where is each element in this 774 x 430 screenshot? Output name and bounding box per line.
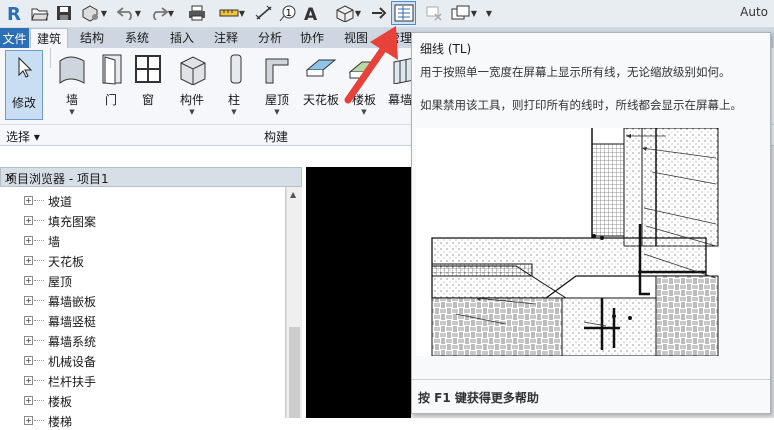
undo-icon[interactable]: ▼ — [115, 3, 143, 23]
annotation-arrow-icon — [344, 26, 398, 104]
scroll-thumb[interactable] — [289, 327, 300, 418]
close-icon[interactable]: × — [5, 170, 295, 184]
roof-icon — [261, 52, 293, 86]
roof-tool[interactable]: 屋顶 ▼ — [258, 52, 296, 116]
component-tool[interactable]: 构件 ▼ — [172, 52, 212, 116]
expand-icon[interactable]: + — [24, 416, 33, 425]
tab-systems[interactable]: 系统 — [125, 28, 149, 48]
expand-icon[interactable]: + — [24, 396, 33, 405]
tree-item[interactable]: + 楼梯 — [0, 410, 286, 430]
sync-icon[interactable]: ▼ — [79, 3, 109, 23]
expand-icon[interactable]: + — [24, 216, 33, 225]
tab-architecture[interactable]: 建筑 — [30, 28, 69, 48]
ceiling-tool[interactable]: 天花板 — [300, 52, 342, 108]
window-icon — [132, 52, 164, 86]
tooltip-divider — [412, 379, 770, 380]
expand-icon[interactable]: + — [24, 356, 33, 365]
open-icon[interactable] — [30, 3, 50, 23]
svg-text:A: A — [304, 5, 318, 22]
chevron-down-icon[interactable]: ▼ — [135, 9, 141, 18]
tooltip-title: 细线 (TL) — [420, 42, 472, 56]
tag-icon[interactable]: 1 — [278, 3, 298, 23]
tooltip-note: 如果禁用该工具，则打印所有的线时，所线都会显示在屏幕上。 — [420, 98, 742, 112]
project-browser-header: 项目浏览器 - 项目1 × — [0, 167, 302, 187]
tree-item[interactable]: + 机械设备 — [0, 350, 286, 370]
wall-tool[interactable]: 墙 ▼ — [54, 52, 90, 116]
column-icon — [220, 52, 252, 86]
tree-item[interactable]: + 填充图案 — [0, 210, 286, 230]
tree-item[interactable]: + 幕墙竖梃 — [0, 310, 286, 330]
print-icon[interactable] — [186, 3, 208, 23]
text-icon[interactable]: A — [302, 3, 320, 23]
tree-item[interactable]: + 栏杆扶手 — [0, 370, 286, 390]
panel-divider — [50, 48, 51, 68]
wall-icon — [56, 52, 88, 86]
revit-logo-icon[interactable]: R — [4, 3, 26, 23]
tree-item[interactable]: + 屋顶 — [0, 270, 286, 290]
tooltip-popup: 细线 (TL) 用于按照单一宽度在屏幕上显示所有线，无论缩放级别如何。 如果禁用… — [411, 32, 771, 414]
dimension-icon[interactable] — [254, 3, 274, 23]
svg-text:R: R — [7, 4, 21, 23]
save-icon[interactable] — [54, 3, 74, 23]
expand-icon[interactable]: + — [24, 376, 33, 385]
chevron-down-icon[interactable]: ▼ — [355, 9, 361, 18]
door-icon — [96, 52, 128, 86]
tooltip-help-text: 按 F1 键获得更多帮助 — [418, 391, 539, 405]
tree-item[interactable]: + 天花板 — [0, 250, 286, 270]
tab-file[interactable]: 文件 — [0, 28, 29, 48]
tree-item[interactable]: + 幕墙嵌板 — [0, 290, 286, 310]
modify-button[interactable]: 修改 — [5, 50, 43, 120]
svg-text:1: 1 — [286, 8, 292, 19]
customize-toolbar-icon[interactable]: ▼ — [483, 3, 495, 23]
expand-icon[interactable]: + — [24, 316, 33, 325]
expand-icon[interactable]: + — [24, 236, 33, 245]
close-hidden-icon[interactable] — [424, 3, 444, 23]
scroll-up-icon[interactable]: ▲ — [290, 190, 296, 199]
tab-analyze[interactable]: 分析 — [258, 28, 282, 48]
cursor-icon — [6, 56, 42, 82]
chevron-down-icon[interactable]: ▼ — [239, 9, 245, 18]
ceiling-icon — [305, 52, 337, 86]
build-panel-label: 构建 — [264, 130, 289, 144]
tree-item[interactable]: + 墙 — [0, 230, 286, 250]
expand-icon[interactable]: + — [24, 256, 33, 265]
project-browser-tree: + 坡道 + 填充图案 + 墙 + 天花板 + 屋顶 + 幕墙嵌板 + 幕墙竖梃 + 幕墙系统 … — [0, 187, 286, 429]
tab-structure[interactable]: 结构 — [80, 28, 104, 48]
modify-label: 修改 — [11, 96, 36, 110]
switch-windows-icon[interactable]: ▼ — [449, 3, 479, 23]
redo-icon[interactable]: ▼ — [148, 3, 176, 23]
drawing-canvas[interactable] — [306, 167, 411, 418]
expand-icon[interactable]: + — [24, 336, 33, 345]
tree-item[interactable]: + 坡道 — [0, 190, 286, 210]
chevron-down-icon[interactable]: ▼ — [101, 9, 107, 18]
tree-item[interactable]: + 幕墙系统 — [0, 330, 286, 350]
door-tool[interactable]: 门 — [96, 52, 126, 108]
tooltip-illustration — [416, 127, 720, 357]
select-panel-label[interactable]: 选择 ▾ — [6, 128, 40, 145]
measure-icon[interactable]: ▼ — [217, 3, 247, 23]
chevron-down-icon[interactable]: ▼ — [471, 9, 477, 18]
app-title: Auto — [740, 5, 768, 19]
tab-insert[interactable]: 插入 — [170, 28, 194, 48]
chevron-down-icon[interactable]: ▼ — [168, 9, 174, 18]
tooltip-description: 用于按照单一宽度在屏幕上显示所有线，无论缩放级别如何。 — [420, 65, 731, 79]
expand-icon[interactable]: + — [24, 196, 33, 205]
expand-icon[interactable]: + — [24, 296, 33, 305]
window-tool[interactable]: 窗 — [132, 52, 164, 108]
expand-icon[interactable]: + — [24, 276, 33, 285]
component-icon — [176, 52, 208, 86]
tree-item[interactable]: + 楼板 — [0, 390, 286, 410]
column-tool[interactable]: 柱 ▼ — [220, 52, 248, 116]
browser-scrollbar[interactable]: ▲ — [286, 187, 302, 418]
tab-annotate[interactable]: 注释 — [214, 28, 238, 48]
tab-collaborate[interactable]: 协作 — [300, 28, 324, 48]
